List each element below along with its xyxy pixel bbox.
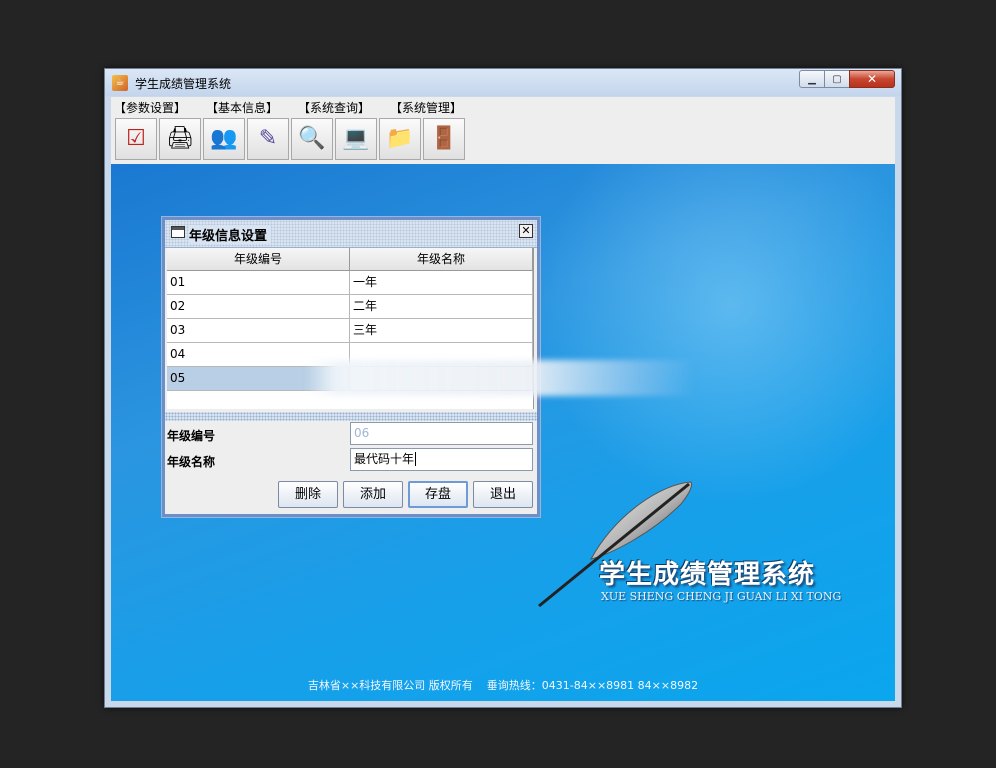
cell-code[interactable]: 03	[167, 319, 350, 343]
redaction-blur	[305, 360, 695, 396]
cell-name[interactable]: 二年	[350, 295, 533, 319]
toolbar-computer-button[interactable]: 💻	[335, 118, 377, 160]
cell-name[interactable]: 三年	[350, 319, 533, 343]
grade-name-value: 最代码十年	[354, 452, 417, 466]
table-row[interactable]: 03 三年	[167, 319, 533, 343]
toolbar-edit-button[interactable]: ✎	[247, 118, 289, 160]
toolbar-exit-button[interactable]: 🚪	[423, 118, 465, 160]
toolbar-checklist-button[interactable]: ☑	[115, 118, 157, 160]
toolbar: ☑ 🖨 👥 ✎ 🔍 💻 📁 🚪	[111, 118, 895, 164]
dialog-close-button[interactable]: ✕	[519, 224, 533, 238]
grade-name-field[interactable]: 最代码十年	[350, 448, 533, 471]
exit-icon: 🚪	[430, 126, 458, 151]
edit-tools-icon: ✎	[258, 126, 278, 151]
exit-button[interactable]: 退出	[473, 481, 533, 508]
menu-system-query[interactable]: 【系统查询】	[295, 99, 376, 116]
close-button[interactable]: ✕	[849, 70, 895, 88]
toolbar-people-button[interactable]: 👥	[203, 118, 245, 160]
column-header-name[interactable]: 年级名称	[350, 248, 533, 270]
add-button[interactable]: 添加	[343, 481, 403, 508]
table-header: 年级编号 年级名称	[167, 248, 533, 271]
title-bar[interactable]: ☕ 学生成绩管理系统 ▁ ▢ ✕	[105, 69, 901, 96]
save-button[interactable]: 存盘	[408, 481, 468, 508]
toolbar-printer-button[interactable]: 🖨	[159, 118, 201, 160]
cell-code[interactable]: 01	[167, 271, 350, 295]
printer-icon: 🖨	[166, 126, 194, 151]
table-row[interactable]: 01 一年	[167, 271, 533, 295]
cell-name[interactable]: 一年	[350, 271, 533, 295]
cell-code[interactable]: 02	[167, 295, 350, 319]
window-title: 学生成绩管理系统	[135, 77, 232, 91]
grade-code-field[interactable]: 06	[350, 422, 533, 445]
dialog-title-bar[interactable]: 年级信息设置 ✕	[165, 220, 537, 248]
menu-parameter-settings[interactable]: 【参数设置】	[111, 99, 192, 116]
toolbar-folder-button[interactable]: 📁	[379, 118, 421, 160]
maximize-button[interactable]: ▢	[824, 70, 850, 88]
delete-button[interactable]: 删除	[278, 481, 338, 508]
split-divider[interactable]	[165, 412, 537, 421]
table-row[interactable]: 02 二年	[167, 295, 533, 319]
grade-code-label: 年级编号	[167, 429, 216, 443]
magnifier-icon: 🔍	[298, 126, 326, 151]
checklist-icon: ☑	[126, 126, 146, 151]
column-header-code[interactable]: 年级编号	[167, 248, 350, 270]
menu-bar: 【参数设置】 【基本信息】 【系统查询】 【系统管理】	[111, 97, 895, 118]
footer-copyright: 吉林省××科技有限公司 版权所有 垂询热线：0431-84××8981 84××…	[307, 679, 699, 692]
app-icon: ☕	[112, 75, 128, 91]
folder-computer-icon: 📁	[386, 126, 414, 151]
people-icon: 👥	[210, 126, 238, 151]
toolbar-search-button[interactable]: 🔍	[291, 118, 333, 160]
computer-icon: 💻	[342, 126, 370, 151]
window-icon	[171, 226, 185, 238]
menu-basic-info[interactable]: 【基本信息】	[203, 99, 284, 116]
menu-system-management[interactable]: 【系统管理】	[387, 99, 468, 116]
logo-title: 学生成绩管理系统	[599, 560, 816, 590]
logo-subtitle: XUE SHENG CHENG JI GUAN LI XI TONG	[601, 590, 842, 603]
background-glow	[531, 164, 895, 504]
grade-name-label: 年级名称	[167, 455, 216, 469]
dialog-title: 年级信息设置	[189, 225, 272, 244]
minimize-button[interactable]: ▁	[799, 70, 825, 88]
